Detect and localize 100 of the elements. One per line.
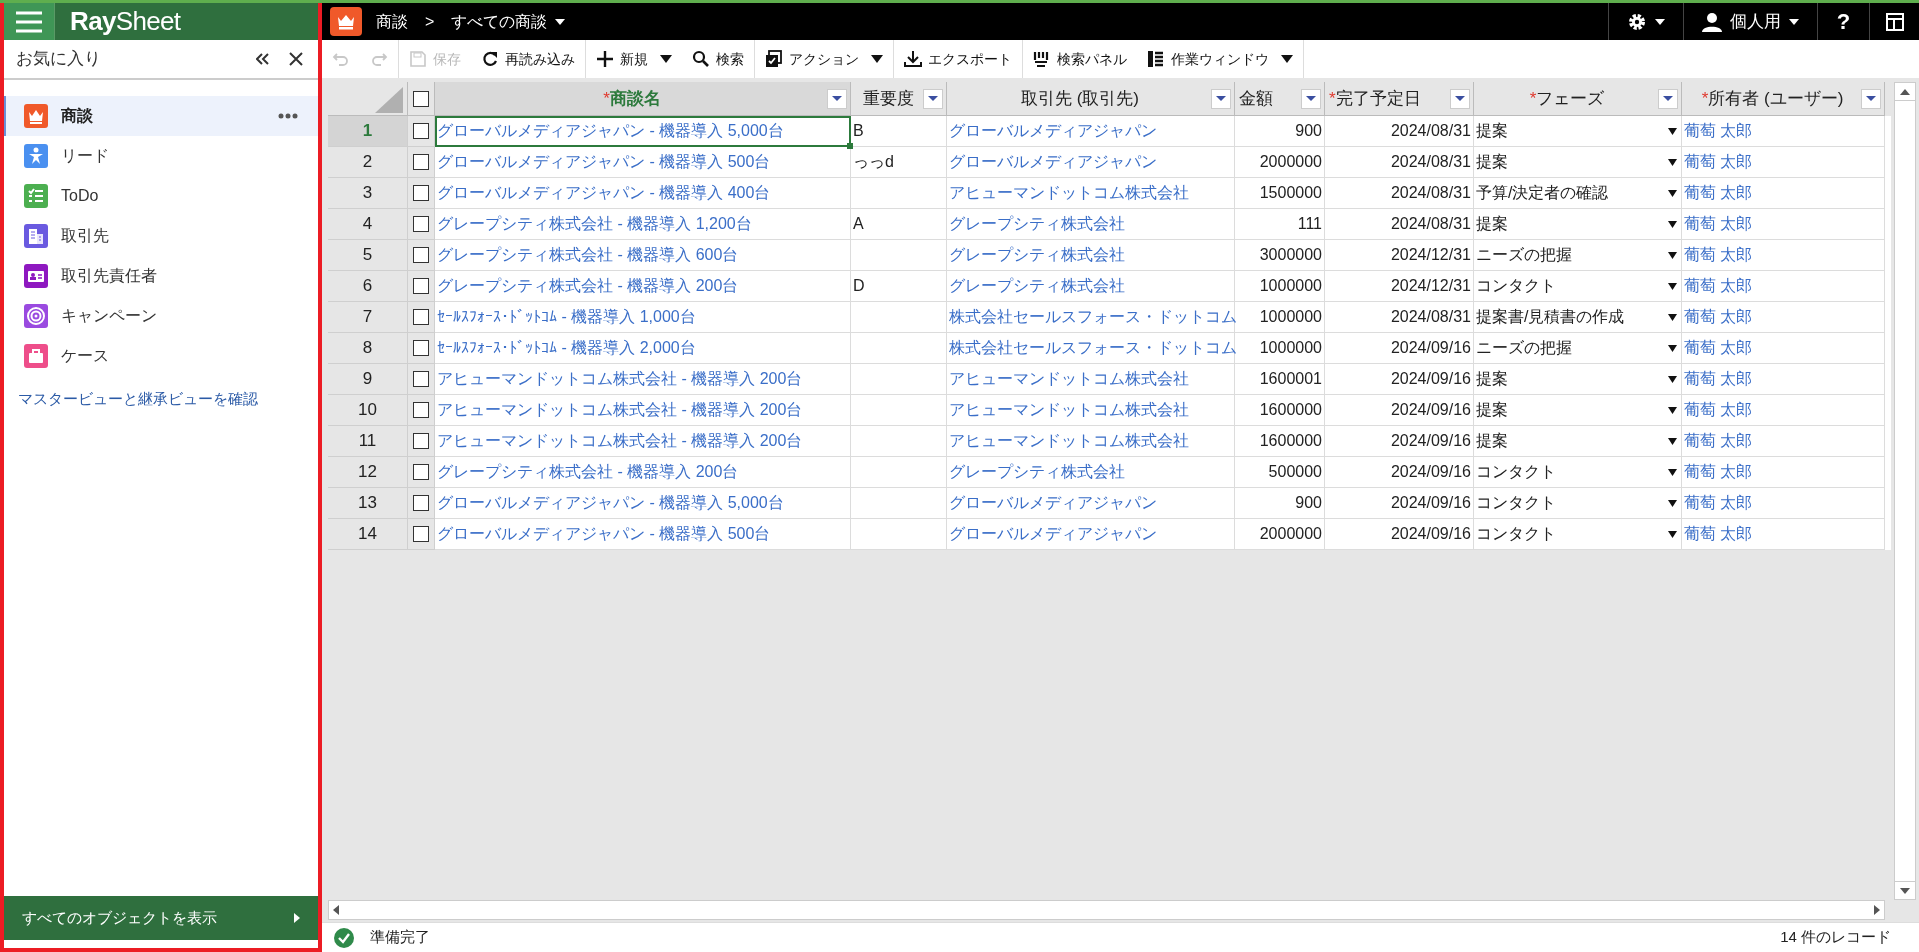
row-checkbox[interactable] — [413, 464, 429, 480]
caret-icon[interactable] — [1789, 18, 1799, 25]
link[interactable]: マスタービューと継承ビューを確認 — [18, 388, 258, 411]
row-number[interactable]: 2 — [328, 147, 408, 178]
column-header[interactable]: *フェーズ — [1474, 82, 1682, 116]
filter-dropdown[interactable] — [827, 88, 847, 109]
filter-dropdown[interactable] — [923, 88, 943, 109]
plus-button[interactable]: 新規 — [586, 40, 682, 78]
filter-dropdown[interactable] — [1658, 88, 1678, 109]
panel-icon — [1147, 50, 1165, 68]
search-button[interactable]: 検索 — [682, 40, 754, 78]
sidebar-item[interactable]: 取引先責任者 — [4, 256, 318, 296]
row-checkbox[interactable] — [413, 309, 429, 325]
caret-icon[interactable] — [1668, 251, 1677, 259]
row-number[interactable]: 3 — [328, 178, 408, 209]
reload-button[interactable]: 再読み込み — [471, 40, 585, 78]
building-icon — [24, 224, 48, 248]
column-header[interactable]: *完了予定日 — [1325, 82, 1474, 116]
row-checkbox[interactable] — [413, 185, 429, 201]
close-icon[interactable] — [289, 52, 303, 66]
sidebar-item[interactable]: ToDo — [4, 176, 318, 216]
sidebar-item[interactable]: ケース — [4, 336, 318, 376]
row-checkbox[interactable] — [413, 495, 429, 511]
caret-icon[interactable] — [1668, 375, 1677, 383]
row-checkbox[interactable] — [413, 433, 429, 449]
sidebar-item[interactable]: キャンペーン — [4, 296, 318, 336]
header-checkbox[interactable] — [413, 90, 429, 107]
sidebar-item[interactable]: 商談 — [4, 96, 318, 136]
filter-dropdown[interactable] — [1861, 88, 1881, 109]
row-checkbox[interactable] — [413, 278, 429, 294]
filter-dropdown[interactable] — [1301, 88, 1321, 109]
fill-handle[interactable] — [847, 143, 853, 149]
row-number[interactable]: 14 — [328, 519, 408, 550]
row-number[interactable]: 9 — [328, 364, 408, 395]
caret-icon[interactable] — [1655, 18, 1665, 25]
vertical-scrollbar[interactable] — [1894, 82, 1916, 900]
menu-icon[interactable] — [16, 10, 42, 33]
row-number[interactable]: 13 — [328, 488, 408, 519]
caret-icon[interactable] — [555, 18, 566, 25]
scroll-left-icon[interactable] — [333, 905, 339, 915]
column-header[interactable]: *商談名 — [435, 82, 851, 116]
row-checkbox[interactable] — [413, 154, 429, 170]
row-number[interactable]: 11 — [328, 426, 408, 457]
item-label: 商談 — [61, 106, 94, 126]
breadcrumb-object[interactable]: 商談 — [376, 9, 408, 34]
row-number[interactable]: 7 — [328, 302, 408, 333]
scroll-right-icon[interactable] — [1874, 905, 1880, 915]
collapse-icon[interactable] — [256, 53, 269, 65]
filter-panel-button[interactable]: 検索パネル — [1023, 40, 1137, 78]
show-all-objects-button[interactable]: すべてのオブジェクトを表示 — [4, 896, 318, 940]
row-checkbox[interactable] — [413, 216, 429, 232]
download-button[interactable]: エクスポート — [894, 40, 1022, 78]
caret-icon[interactable] — [1668, 220, 1677, 228]
filter-dropdown[interactable] — [1450, 88, 1470, 109]
row-checkbox[interactable] — [413, 371, 429, 387]
row-checkbox[interactable] — [413, 340, 429, 356]
caret-icon[interactable] — [1668, 344, 1677, 352]
filter-dropdown[interactable] — [1211, 88, 1231, 109]
row-number[interactable]: 12 — [328, 457, 408, 488]
horizontal-scrollbar[interactable] — [328, 900, 1885, 920]
caret-icon[interactable] — [1668, 158, 1677, 166]
column-header[interactable]: 金額 — [1235, 82, 1325, 116]
header-label: 金額 — [1239, 87, 1273, 110]
row-number[interactable]: 6 — [328, 271, 408, 302]
more-icon[interactable] — [278, 113, 298, 119]
dropdown-cell[interactable]: コンタクト — [1474, 519, 1682, 550]
scroll-down-icon[interactable] — [1900, 887, 1910, 894]
caret-icon[interactable] — [1668, 530, 1677, 538]
scroll-up-icon[interactable] — [1900, 88, 1910, 95]
header-label: フェーズ — [1536, 87, 1605, 110]
caret-icon — [928, 96, 938, 101]
caret-icon[interactable] — [1668, 499, 1677, 507]
caret-icon[interactable] — [1668, 127, 1677, 135]
caret-icon[interactable] — [1668, 313, 1677, 321]
sidebar-item[interactable]: 取引先 — [4, 216, 318, 256]
caret-icon — [1216, 96, 1226, 101]
sidebar-item[interactable]: リード — [4, 136, 318, 176]
checkbox-stack-button[interactable]: アクション — [755, 40, 893, 78]
menu-button[interactable] — [4, 3, 55, 40]
column-header[interactable]: 重要度 — [851, 82, 947, 116]
crown-icon[interactable] — [330, 7, 362, 36]
row-checkbox[interactable] — [413, 247, 429, 263]
row-checkbox[interactable] — [413, 526, 429, 542]
panel-button[interactable]: 作業ウィンドウ — [1137, 40, 1303, 78]
view-dropdown[interactable]: すべての商談 — [451, 9, 566, 34]
caret-icon[interactable] — [1668, 189, 1677, 197]
column-header[interactable]: *所有者 (ユーザー) — [1682, 82, 1885, 116]
caret-icon[interactable] — [1668, 406, 1677, 414]
row-number[interactable]: 10 — [328, 395, 408, 426]
caret-icon[interactable] — [1668, 437, 1677, 445]
row-number[interactable]: 5 — [328, 240, 408, 271]
caret-icon[interactable] — [1668, 282, 1677, 290]
row-checkbox[interactable] — [413, 402, 429, 418]
row-number[interactable]: 8 — [328, 333, 408, 364]
row-number[interactable]: 4 — [328, 209, 408, 240]
caret-icon[interactable] — [1668, 468, 1677, 476]
row-number[interactable]: 1 — [328, 116, 408, 147]
row-checkbox[interactable] — [413, 123, 429, 139]
column-header[interactable]: 取引先 (取引先) — [947, 82, 1235, 116]
record-count: 14 件のレコード — [1780, 927, 1891, 948]
